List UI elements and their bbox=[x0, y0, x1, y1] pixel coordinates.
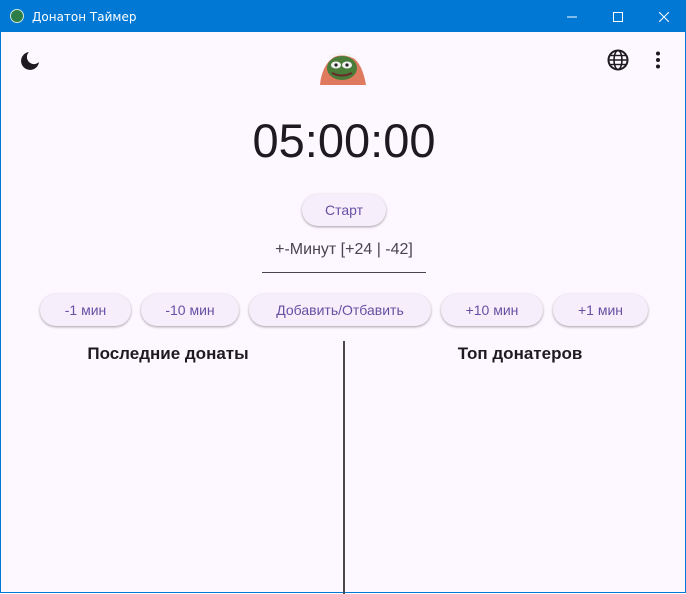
more-vert-icon bbox=[656, 51, 660, 69]
globe-icon bbox=[607, 49, 629, 71]
recent-donations-title: Последние донаты bbox=[87, 344, 249, 363]
maximize-icon bbox=[613, 11, 623, 22]
timer-display: 05:00:00 bbox=[252, 114, 436, 167]
language-button[interactable] bbox=[600, 42, 636, 78]
close-button[interactable] bbox=[641, 1, 686, 32]
window-title: Донатон Таймер bbox=[32, 10, 137, 24]
plus-1-min-button[interactable]: +1 мин bbox=[553, 294, 648, 326]
maximize-button[interactable] bbox=[595, 1, 641, 32]
plus-10-min-button[interactable]: +10 мин bbox=[441, 294, 543, 326]
column-divider bbox=[343, 341, 345, 594]
app-window: Донатон Таймер 05:00:00 Старт +-Минут [+… bbox=[0, 0, 686, 594]
more-menu-button[interactable] bbox=[640, 42, 676, 78]
close-icon bbox=[659, 11, 669, 22]
moon-icon bbox=[21, 52, 39, 70]
theme-toggle-button[interactable] bbox=[12, 43, 48, 79]
app-icon bbox=[10, 9, 24, 23]
title-bar[interactable]: Донатон Таймер bbox=[1, 1, 685, 32]
top-donators-title: Топ донатеров bbox=[457, 344, 583, 363]
start-button[interactable]: Старт bbox=[302, 194, 386, 226]
pepe-avatar-icon bbox=[320, 52, 366, 85]
minus-1-min-button[interactable]: -1 мин bbox=[40, 294, 131, 326]
minutes-input[interactable]: +-Минут [+24 | -42] bbox=[262, 237, 426, 273]
minus-10-min-button[interactable]: -10 мин bbox=[141, 294, 239, 326]
minimize-button[interactable] bbox=[549, 1, 595, 32]
minimize-icon bbox=[567, 16, 577, 17]
add-subtract-button[interactable]: Добавить/Отбавить bbox=[249, 294, 431, 326]
minutes-input-label: +-Минут [+24 | -42] bbox=[275, 241, 413, 258]
